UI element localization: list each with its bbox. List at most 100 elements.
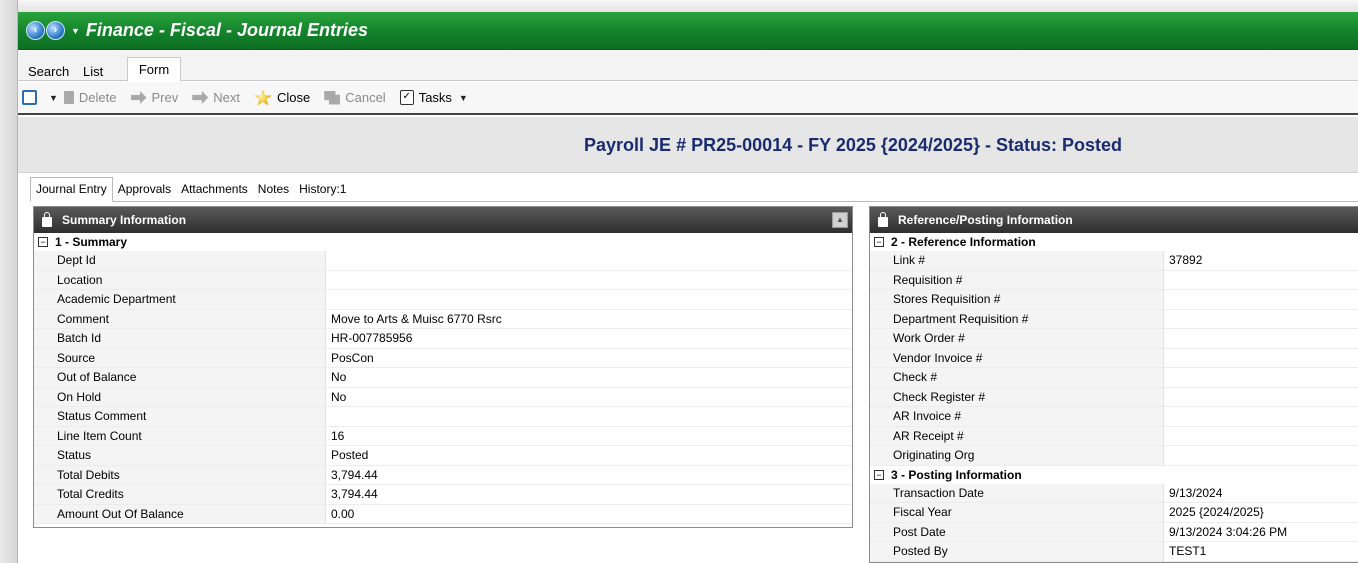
property-row[interactable]: Status Posted <box>34 446 852 466</box>
property-value[interactable]: Posted <box>326 446 852 465</box>
delete-button[interactable]: Delete <box>63 90 117 105</box>
next-label: Next <box>213 90 240 105</box>
property-label: Check # <box>870 368 1164 387</box>
property-row[interactable]: Line Item Count 16 <box>34 426 852 446</box>
property-value[interactable]: 16 <box>326 427 852 446</box>
property-row[interactable]: Check # <box>870 368 1358 388</box>
find-dropdown-icon[interactable]: ▼ <box>49 93 58 103</box>
property-value[interactable] <box>1164 368 1358 387</box>
property-row[interactable]: AR Invoice # <box>870 407 1358 427</box>
property-value[interactable] <box>326 407 852 426</box>
property-row[interactable]: Source PosCon <box>34 348 852 368</box>
property-row[interactable]: Comment Move to Arts & Muisc 6770 Rsrc <box>34 309 852 329</box>
posting-section-header[interactable]: − 3 - Posting Information <box>870 466 1358 484</box>
property-label: Work Order # <box>870 329 1164 348</box>
property-value[interactable]: 3,794.44 <box>326 485 852 504</box>
property-value[interactable]: 37892 <box>1164 251 1358 270</box>
tab-journal-entry[interactable]: Journal Entry <box>30 177 113 202</box>
property-value[interactable] <box>326 251 852 270</box>
property-row[interactable]: Dept Id <box>34 251 852 271</box>
app-window: ‹ › ▼ Finance - Fiscal - Journal Entries… <box>0 0 1358 563</box>
tasks-button[interactable]: ✓ Tasks <box>399 90 452 105</box>
property-value[interactable] <box>1164 407 1358 426</box>
tab-attachments[interactable]: Attachments <box>176 178 253 202</box>
collapse-section-icon[interactable]: − <box>874 237 884 247</box>
property-value[interactable]: PosCon <box>326 349 852 368</box>
property-value[interactable] <box>1164 446 1358 465</box>
property-value[interactable]: No <box>326 388 852 407</box>
property-row[interactable]: Work Order # <box>870 329 1358 349</box>
forward-arrow-icon[interactable]: › <box>46 21 65 40</box>
property-value[interactable]: 9/13/2024 <box>1164 484 1358 503</box>
property-row[interactable]: AR Receipt # <box>870 426 1358 446</box>
property-row[interactable]: Fiscal Year 2025 {2024/2025} <box>870 503 1358 523</box>
tab-form[interactable]: Form <box>127 57 181 82</box>
collapse-panel-icon[interactable]: ▲ <box>832 212 848 228</box>
detail-tabs: Journal Entry Approvals Attachments Note… <box>30 177 352 202</box>
property-row[interactable]: Transaction Date 9/13/2024 <box>870 483 1358 503</box>
property-row[interactable]: Department Requisition # <box>870 309 1358 329</box>
prev-label: Prev <box>151 90 179 105</box>
property-row[interactable]: Amount Out Of Balance 0.00 <box>34 504 852 524</box>
property-row[interactable]: Total Debits 3,794.44 <box>34 465 852 485</box>
property-value[interactable] <box>326 271 852 290</box>
collapse-section-icon[interactable]: − <box>38 237 48 247</box>
property-row[interactable]: Total Credits 3,794.44 <box>34 485 852 505</box>
property-label: AR Invoice # <box>870 407 1164 426</box>
property-row[interactable]: Originating Org <box>870 446 1358 466</box>
property-value[interactable]: 3,794.44 <box>326 466 852 485</box>
property-value[interactable]: 0.00 <box>326 505 852 524</box>
tab-search[interactable]: Search <box>28 64 69 79</box>
next-button[interactable]: Next <box>192 90 240 105</box>
property-row[interactable]: Post Date 9/13/2024 3:04:26 PM <box>870 522 1358 542</box>
property-value[interactable] <box>1164 310 1358 329</box>
property-label: Originating Org <box>870 446 1164 465</box>
close-button[interactable]: Close <box>253 89 311 106</box>
tab-list[interactable]: List <box>83 64 103 79</box>
title-dropdown-icon[interactable]: ▼ <box>71 26 80 36</box>
trash-icon <box>63 91 74 104</box>
property-value[interactable] <box>326 290 852 309</box>
tasks-label: Tasks <box>418 90 452 105</box>
find-button[interactable] <box>22 90 42 105</box>
cancel-icon <box>324 90 341 105</box>
property-row[interactable]: Requisition # <box>870 270 1358 290</box>
summary-section-header[interactable]: − 1 - Summary <box>34 233 852 251</box>
tab-history[interactable]: History:1 <box>294 178 352 202</box>
property-value[interactable] <box>1164 290 1358 309</box>
property-value[interactable] <box>1164 427 1358 446</box>
lock-icon <box>42 211 52 227</box>
property-value[interactable]: 9/13/2024 3:04:26 PM <box>1164 523 1358 542</box>
collapse-section-icon[interactable]: − <box>874 469 884 480</box>
property-row[interactable]: Batch Id HR-007785956 <box>34 329 852 349</box>
property-row[interactable]: Vendor Invoice # <box>870 348 1358 368</box>
property-row[interactable]: Check Register # <box>870 387 1358 407</box>
property-value[interactable] <box>1164 271 1358 290</box>
property-row[interactable]: Stores Requisition # <box>870 290 1358 310</box>
back-arrow-icon[interactable]: ‹ <box>26 21 45 40</box>
cancel-button[interactable]: Cancel <box>324 90 386 105</box>
property-row[interactable]: Link #37892 <box>870 251 1358 271</box>
prev-button[interactable]: Prev <box>130 90 179 105</box>
property-row[interactable]: On Hold No <box>34 387 852 407</box>
property-row[interactable]: Status Comment <box>34 407 852 427</box>
property-row[interactable]: Location <box>34 270 852 290</box>
property-value[interactable] <box>1164 388 1358 407</box>
property-row[interactable]: Academic Department <box>34 290 852 310</box>
property-value[interactable]: HR-007785956 <box>326 329 852 348</box>
reference-section-header[interactable]: − 2 - Reference Information <box>870 233 1358 251</box>
property-label: Posted By <box>870 542 1164 561</box>
property-row[interactable]: Out of Balance No <box>34 368 852 388</box>
tab-approvals[interactable]: Approvals <box>112 178 177 202</box>
delete-label: Delete <box>78 90 117 105</box>
tasks-dropdown-icon[interactable]: ▼ <box>459 93 468 103</box>
tab-notes[interactable]: Notes <box>252 178 295 202</box>
property-row[interactable]: Posted By TEST1 <box>870 542 1358 562</box>
property-value[interactable] <box>1164 329 1358 348</box>
close-label: Close <box>276 90 311 105</box>
property-value[interactable] <box>1164 349 1358 368</box>
property-value[interactable]: No <box>326 368 852 387</box>
property-value[interactable]: TEST1 <box>1164 542 1358 561</box>
property-value[interactable]: 2025 {2024/2025} <box>1164 503 1358 522</box>
property-value[interactable]: Move to Arts & Muisc 6770 Rsrc <box>326 310 852 329</box>
